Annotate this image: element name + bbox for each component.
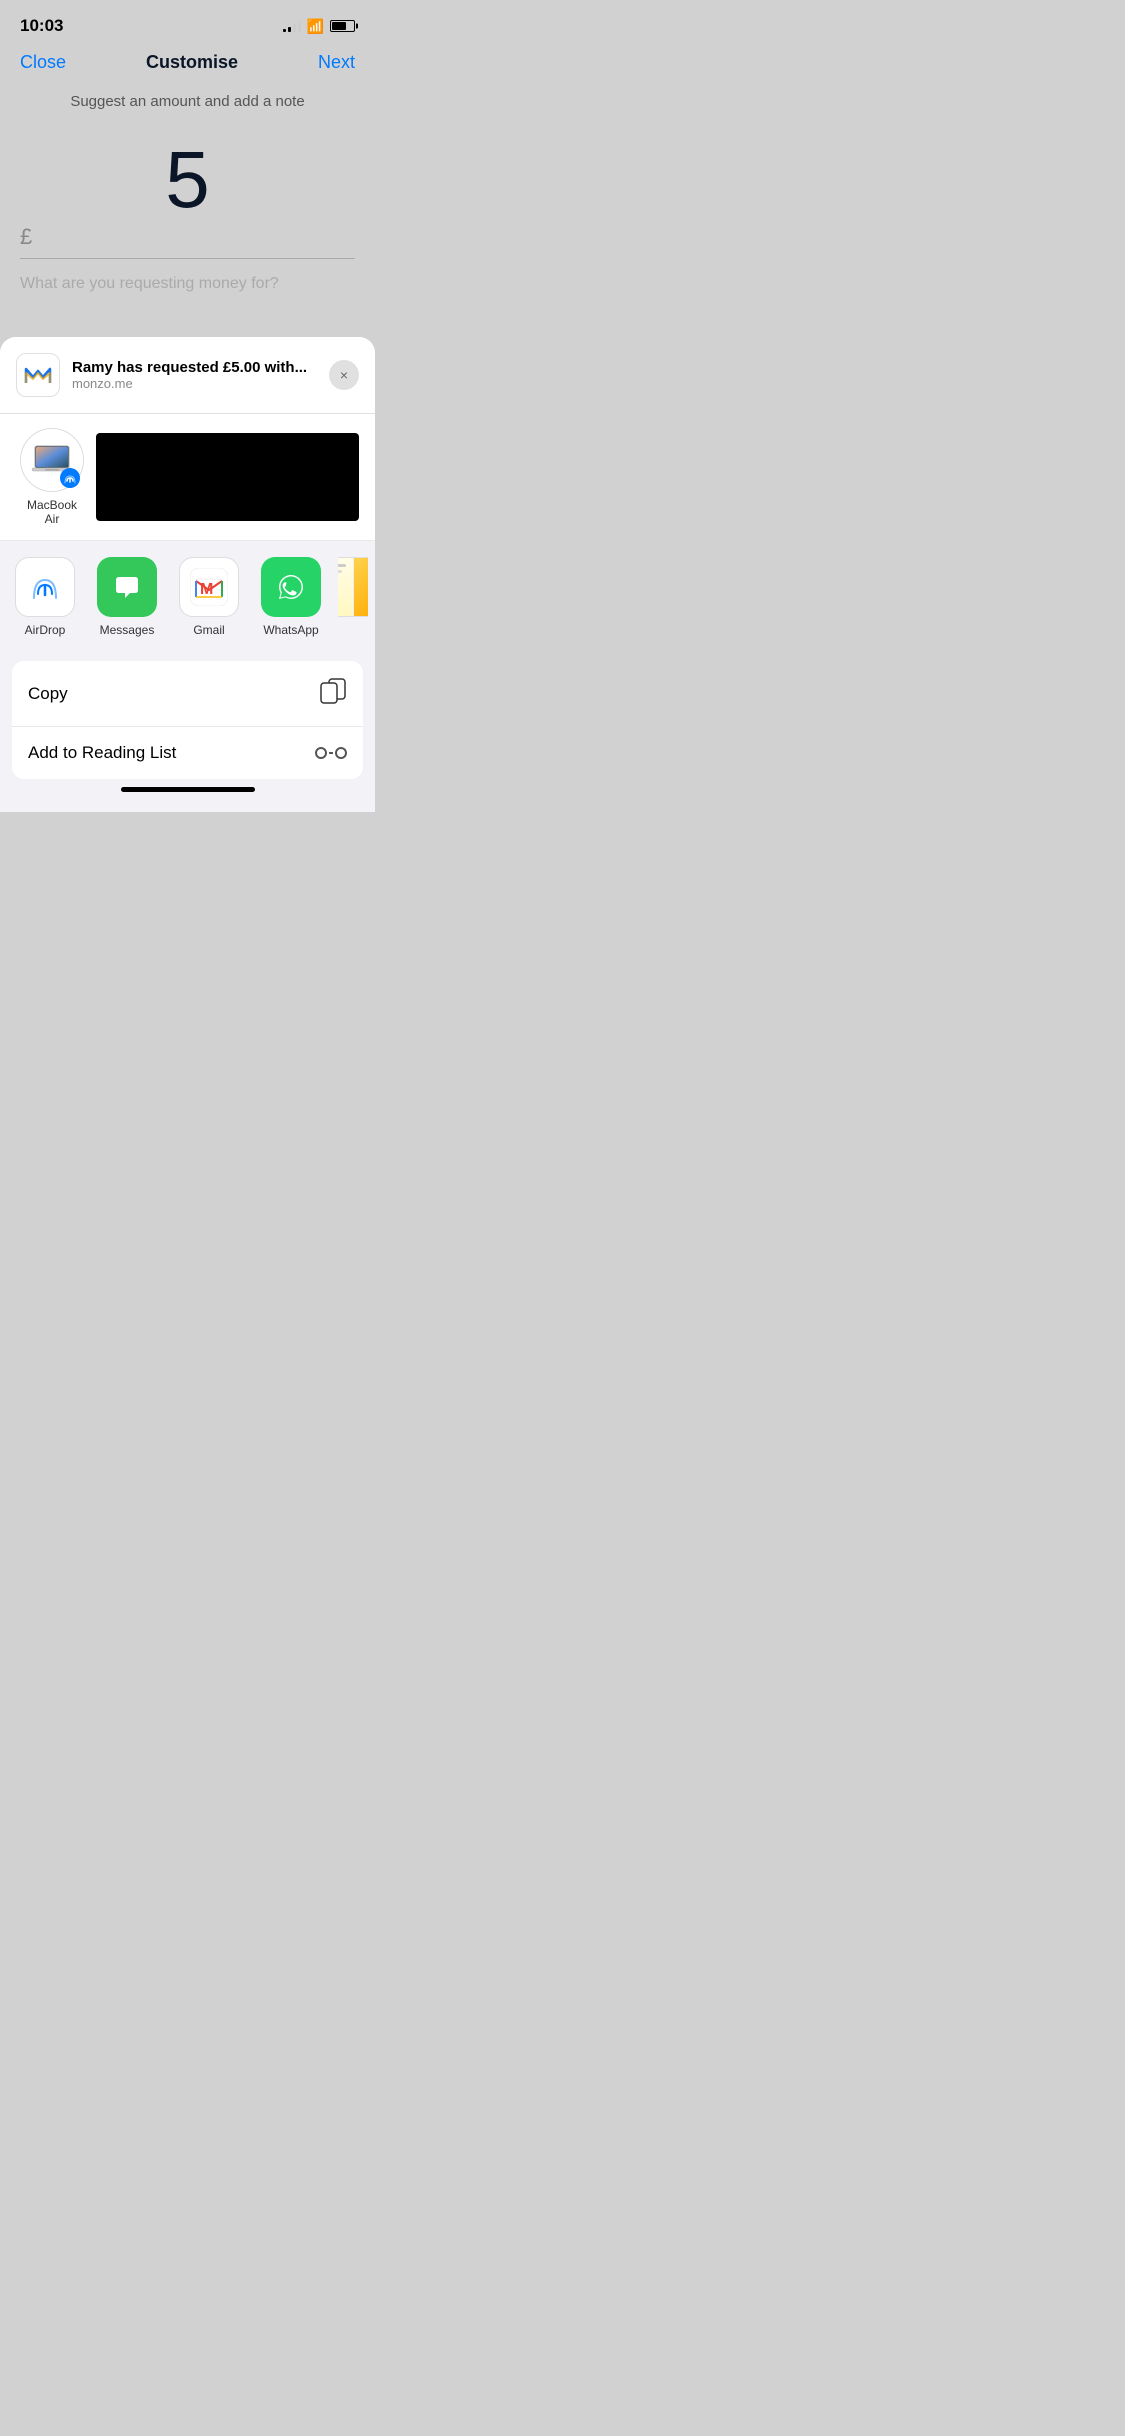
status-icons: 📶	[283, 18, 355, 35]
app-icon-partial	[338, 557, 368, 617]
device-icon-container	[20, 428, 84, 492]
device-name: MacBookAir	[27, 498, 77, 526]
app-item-partial: ...	[338, 557, 368, 637]
page-title: Customise	[146, 52, 238, 73]
share-preview-text: Ramy has requested £5.00 with... monzo.m…	[72, 359, 307, 391]
reading-list-icon	[315, 747, 347, 759]
copy-action[interactable]: Copy	[12, 661, 363, 727]
share-preview-left: Ramy has requested £5.00 with... monzo.m…	[16, 353, 307, 397]
battery-icon	[330, 20, 355, 32]
monzo-icon	[16, 353, 60, 397]
app-icon-gmail: M	[179, 557, 239, 617]
share-title: Ramy has requested £5.00 with...	[72, 359, 307, 376]
airdrop-badge	[60, 468, 80, 488]
reading-list-action[interactable]: Add to Reading List	[12, 727, 363, 779]
amount-area: 5 £	[0, 120, 375, 259]
share-sheet: Ramy has requested £5.00 with... monzo.m…	[0, 337, 375, 812]
amount-display[interactable]: 5	[165, 140, 210, 220]
note-placeholder[interactable]: What are you requesting money for?	[0, 259, 375, 309]
home-indicator	[121, 787, 255, 792]
signal-icon	[283, 20, 301, 32]
app-label-airdrop: AirDrop	[25, 623, 66, 637]
app-label-whatsapp: WhatsApp	[263, 623, 318, 637]
share-preview: Ramy has requested £5.00 with... monzo.m…	[0, 337, 375, 414]
share-url: monzo.me	[72, 376, 307, 391]
airdrop-device[interactable]: MacBookAir	[20, 428, 84, 526]
app-item-airdrop[interactable]: AirDrop	[10, 557, 80, 637]
next-button[interactable]: Next	[318, 52, 355, 73]
app-item-messages[interactable]: Messages	[92, 557, 162, 637]
app-icon-messages	[97, 557, 157, 617]
app-item-gmail[interactable]: M Gmail	[174, 557, 244, 637]
airdrop-row: MacBookAir	[0, 414, 375, 541]
apps-row: AirDrop Messages	[0, 541, 375, 653]
status-time: 10:03	[20, 16, 63, 36]
share-close-button[interactable]: ×	[329, 360, 359, 390]
app-label-gmail: Gmail	[193, 623, 224, 637]
action-rows: Copy Add to Reading List	[12, 661, 363, 779]
app-icon-airdrop	[15, 557, 75, 617]
app-icon-whatsapp	[261, 557, 321, 617]
app-label-messages: Messages	[100, 623, 155, 637]
close-button[interactable]: Close	[20, 52, 66, 73]
amount-row: £	[20, 220, 355, 259]
svg-text:M: M	[200, 581, 213, 598]
status-bar: 10:03 📶	[0, 0, 375, 44]
currency-symbol: £	[20, 224, 32, 250]
subtitle: Suggest an amount and add a note	[0, 83, 375, 120]
reading-list-label: Add to Reading List	[28, 743, 176, 763]
wifi-icon: 📶	[307, 18, 324, 35]
black-area	[96, 433, 359, 521]
copy-label: Copy	[28, 684, 68, 704]
app-item-whatsapp[interactable]: WhatsApp	[256, 557, 326, 637]
nav-bar: Close Customise Next	[0, 44, 375, 83]
copy-icon	[319, 677, 347, 710]
